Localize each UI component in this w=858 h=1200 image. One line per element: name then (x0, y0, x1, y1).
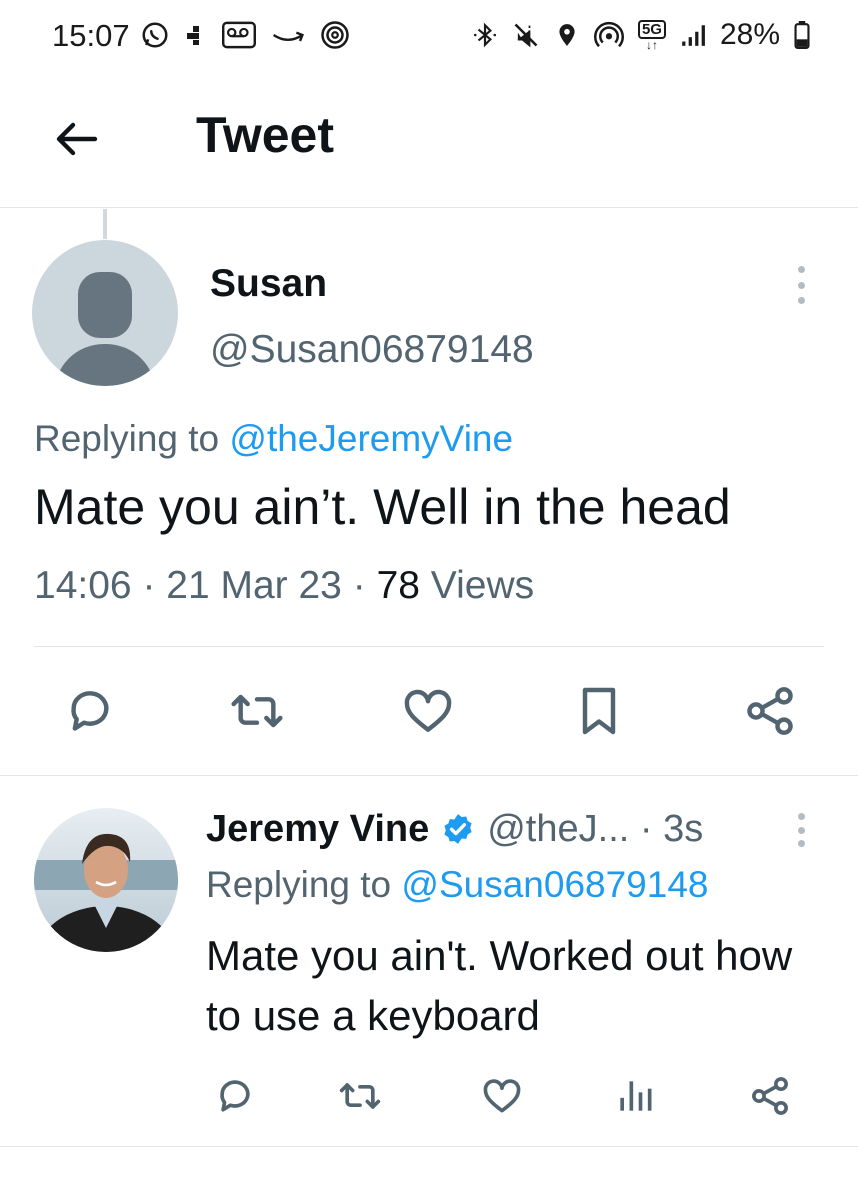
like-button[interactable] (474, 1068, 530, 1124)
hotspot-icon (593, 21, 624, 48)
5g-badge: 5G (637, 19, 666, 39)
reply-icon (71, 691, 109, 731)
retweet-icon (339, 1083, 381, 1109)
status-time: 15:07 (52, 18, 130, 53)
views-count: 78 (376, 564, 420, 607)
battery-icon (794, 21, 810, 49)
author-handle-time[interactable]: @theJ... · 3s (487, 808, 703, 851)
app-header: Tweet (0, 72, 858, 208)
back-button[interactable] (50, 112, 104, 166)
retweet-button[interactable] (332, 1068, 388, 1124)
signal-icon (682, 25, 705, 46)
share-icon (752, 1077, 788, 1115)
grid-icon (187, 26, 199, 45)
like-icon (483, 1079, 521, 1113)
reply-button[interactable] (207, 1068, 263, 1124)
bookmark-icon (582, 687, 616, 735)
tweet-text: Mate you ain't. Worked out how to use a … (206, 932, 793, 1039)
arrow-left-icon (56, 122, 98, 156)
views-button[interactable] (607, 1068, 663, 1124)
reply-button[interactable] (55, 676, 125, 746)
replying-to: Replying to @Susan06879148 (206, 864, 708, 906)
more-dots-icon (797, 266, 805, 273)
share-button[interactable] (735, 676, 805, 746)
bookmark-button[interactable] (564, 676, 634, 746)
5g-icon: 5G ↓↑ (637, 19, 666, 51)
replying-mention-link[interactable]: @Susan06879148 (401, 864, 708, 905)
meta-separator: · (131, 564, 167, 607)
replying-prefix: Replying to (206, 864, 402, 905)
at-icon (321, 21, 349, 49)
divider (0, 1146, 858, 1147)
more-dots-icon (797, 813, 805, 820)
divider (34, 646, 824, 647)
tweet-text: Mate you ain’t. Well in the head (34, 479, 731, 535)
amazon-icon (272, 31, 304, 42)
author-name[interactable]: Susan (210, 262, 327, 306)
share-button[interactable] (742, 1068, 798, 1124)
meta-separator: · (341, 564, 377, 607)
author-handle[interactable]: @Susan06879148 (210, 328, 534, 372)
tweet-time[interactable]: 14:06 (34, 564, 132, 607)
views-label: Views (419, 564, 535, 607)
bluetooth-icon (473, 22, 496, 48)
page-title: Tweet (196, 107, 334, 163)
tweet-date[interactable]: 21 Mar 23 (166, 564, 342, 607)
more-options-button[interactable] (786, 810, 816, 850)
status-icons-left (140, 20, 350, 50)
whatsapp-icon (142, 22, 168, 48)
views-icon (620, 1081, 652, 1111)
divider (0, 775, 858, 776)
retweet-icon (231, 694, 283, 728)
retweet-button[interactable] (222, 676, 292, 746)
thread-connector (103, 209, 107, 239)
tweet-meta: 14:06 · 21 Mar 23 · 78 Views (34, 564, 534, 608)
status-icons-right: 5G ↓↑ 28% (472, 18, 810, 52)
like-icon (404, 689, 452, 732)
battery-percent: 28% (719, 18, 780, 51)
share-icon (747, 687, 793, 735)
author-name[interactable]: Jeremy Vine (206, 808, 429, 851)
tweet-actions (0, 676, 858, 746)
mute-icon (514, 23, 538, 48)
replying-to: Replying to @theJeremyVine (34, 418, 513, 460)
status-bar: 15:07 5G ↓↑ 28% (0, 0, 858, 72)
avatar[interactable] (34, 808, 178, 952)
reply-author-row: Jeremy Vine @theJ... · 3s (206, 804, 703, 854)
like-button[interactable] (393, 676, 463, 746)
reply-actions (0, 1068, 858, 1124)
replying-mention-link[interactable]: @theJeremyVine (229, 418, 513, 459)
avatar[interactable] (32, 240, 178, 386)
verified-badge-icon (441, 812, 475, 846)
location-icon (559, 24, 575, 46)
replying-prefix: Replying to (34, 418, 230, 459)
more-options-button[interactable] (786, 262, 816, 308)
voicemail-icon (222, 21, 256, 49)
reply-icon (220, 1080, 250, 1112)
